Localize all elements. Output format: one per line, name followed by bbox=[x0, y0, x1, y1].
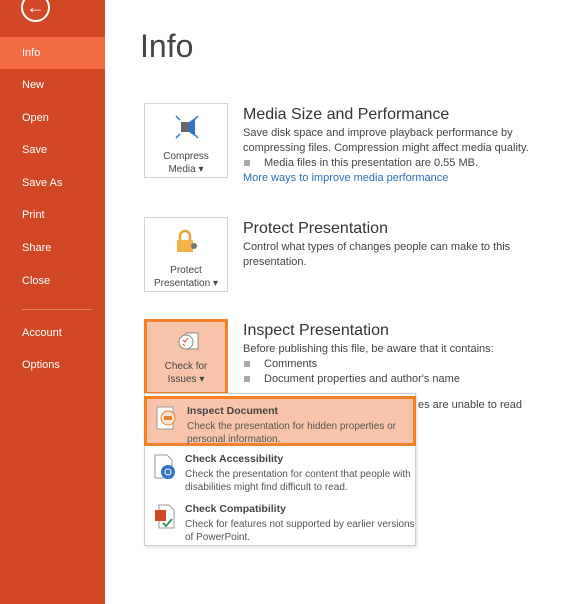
inspect-bullet: Comments bbox=[243, 357, 563, 372]
protect-label-2: Presentation ▾ bbox=[154, 278, 218, 289]
page-title: Info bbox=[140, 28, 194, 64]
compress-media-icon bbox=[175, 115, 199, 139]
checklist-icon bbox=[178, 332, 199, 350]
sidebar-item-save-as[interactable]: Save As bbox=[0, 167, 105, 199]
inspect-heading: Inspect Presentation bbox=[243, 322, 389, 339]
menu-item-check-accessibility[interactable]: Check Accessibility Check the presentati… bbox=[145, 447, 415, 497]
protect-heading: Protect Presentation bbox=[243, 220, 388, 237]
sidebar-item-options[interactable]: Options bbox=[0, 349, 105, 381]
check-issues-dropdown: Inspect Document Check the presentation … bbox=[144, 393, 416, 546]
lock-key-icon bbox=[177, 229, 197, 252]
menu-item-desc: Check for features not supported by earl… bbox=[185, 519, 415, 543]
compress-media-label-1: Compress bbox=[163, 151, 209, 162]
protect-presentation-button[interactable]: Protect Presentation ▾ bbox=[144, 217, 228, 292]
sidebar-divider bbox=[22, 309, 92, 310]
compress-media-label-2: Media ▾ bbox=[168, 164, 204, 175]
sidebar-item-account[interactable]: Account bbox=[0, 317, 105, 349]
media-section: Media Size and Performance Save disk spa… bbox=[243, 107, 563, 186]
media-bullet: Media files in this presentation are 0.5… bbox=[243, 156, 563, 171]
inspect-document-icon bbox=[156, 406, 176, 430]
sidebar-item-share[interactable]: Share bbox=[0, 232, 105, 264]
accessibility-icon bbox=[154, 454, 175, 479]
sidebar-item-open[interactable]: Open bbox=[0, 102, 105, 134]
sidebar-item-new[interactable]: New bbox=[0, 69, 105, 101]
media-heading: Media Size and Performance bbox=[243, 106, 450, 123]
sidebar-item-close[interactable]: Close bbox=[0, 265, 105, 297]
check-issues-label-2: Issues ▾ bbox=[167, 374, 205, 385]
back-arrow-icon[interactable]: ← bbox=[21, 0, 50, 22]
menu-item-desc: Check the presentation for hidden proper… bbox=[187, 421, 397, 445]
inspect-desc: Before publishing this file, be aware th… bbox=[243, 343, 494, 355]
media-performance-link[interactable]: More ways to improve media performance bbox=[243, 172, 448, 184]
inspect-bullet: Document properties and author's name bbox=[243, 372, 563, 387]
menu-item-desc: Check the presentation for content that … bbox=[185, 469, 411, 493]
menu-item-check-compatibility[interactable]: Check Compatibility Check for features n… bbox=[145, 497, 415, 547]
protect-section: Protect Presentation Control what types … bbox=[243, 221, 563, 270]
check-for-issues-button[interactable]: Check for Issues ▾ bbox=[144, 319, 228, 395]
menu-item-inspect-document[interactable]: Inspect Document Check the presentation … bbox=[144, 396, 416, 446]
compress-media-button[interactable]: Compress Media ▾ bbox=[144, 103, 228, 178]
protect-desc: Control what types of changes people can… bbox=[243, 241, 511, 268]
sidebar-item-info[interactable]: Info bbox=[0, 37, 105, 69]
menu-item-title: Check Compatibility bbox=[185, 503, 286, 515]
sidebar-item-print[interactable]: Print bbox=[0, 199, 105, 231]
backstage-sidebar: ← Info New Open Save Save As Print Share… bbox=[0, 0, 105, 604]
menu-item-title: Check Accessibility bbox=[185, 453, 284, 465]
media-desc: Save disk space and improve playback per… bbox=[243, 127, 529, 154]
protect-label-1: Protect bbox=[170, 265, 202, 276]
compatibility-icon bbox=[155, 504, 175, 529]
sidebar-item-save[interactable]: Save bbox=[0, 134, 105, 166]
menu-item-title: Inspect Document bbox=[187, 405, 279, 417]
check-issues-label-1: Check for bbox=[164, 361, 208, 372]
